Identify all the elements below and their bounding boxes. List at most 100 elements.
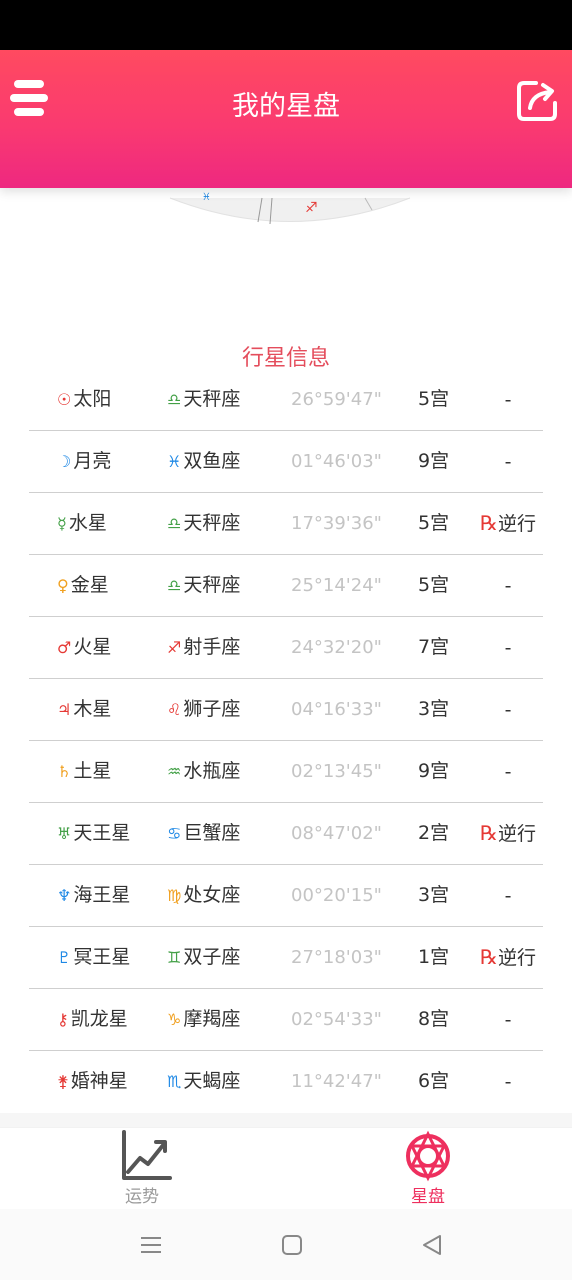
planet-name: 土星 <box>73 760 112 782</box>
degree: 02°13'45" <box>291 761 382 782</box>
recent-apps-icon[interactable] <box>139 1233 163 1257</box>
section-title: 行星信息 <box>241 346 330 371</box>
planet-row[interactable]: ♄ 土星 ♒ 水瓶座 02°13'45" 9宫 - <box>29 741 543 803</box>
planet-row[interactable]: ⚷ 凯龙星 ♑ 摩羯座 02°54'33" 8宫 - <box>29 989 543 1051</box>
planet-row[interactable]: ♇ 冥王星 ♊ 双子座 27°18'03" 1宫 ℞逆行 <box>29 927 543 989</box>
house: 2宫 <box>418 822 450 844</box>
retrograde-status: - <box>478 431 538 492</box>
zodiac-sign-icon: ♎ <box>167 390 182 409</box>
sign-cell: ♎ 天秤座 <box>167 369 240 430</box>
planet-name: 水星 <box>68 512 107 534</box>
tab-label: 星盘 <box>411 1187 445 1207</box>
planet-row[interactable]: ☿ 水星 ♎ 天秤座 17°39'36" 5宫 ℞逆行 <box>29 493 543 555</box>
zodiac-sign-icon: ♋ <box>167 824 182 843</box>
tabbar-divider <box>0 1113 572 1127</box>
planet-symbol-icon: ♆ <box>57 886 72 905</box>
degree: 27°18'03" <box>291 947 382 968</box>
planet-symbol-icon: ♅ <box>57 824 72 843</box>
house: 1宫 <box>418 946 450 968</box>
app-header: 我的星盘 <box>0 50 572 188</box>
zodiac-sign-icon: ♎ <box>167 576 182 595</box>
house: 7宫 <box>418 636 450 658</box>
status-text: - <box>504 637 512 659</box>
sign-name: 天秤座 <box>183 388 241 410</box>
retrograde-status: - <box>478 865 538 926</box>
degree: 26°59'47" <box>291 389 382 410</box>
tab-xingpan[interactable]: 星盘 <box>368 1128 488 1210</box>
house: 3宫 <box>418 698 450 720</box>
zodiac-sign-icon: ♑ <box>167 1010 182 1029</box>
sign-name: 摩羯座 <box>183 1008 241 1030</box>
house: 3宫 <box>418 884 450 906</box>
zodiac-sign-icon: ♐ <box>167 638 182 657</box>
degree: 24°32'20" <box>291 637 382 658</box>
home-icon[interactable] <box>280 1233 304 1257</box>
planet-row[interactable]: ♂ 火星 ♐ 射手座 24°32'20" 7宫 - <box>29 617 543 679</box>
planet-name: 凯龙星 <box>70 1008 128 1030</box>
zodiac-sign-icon: ♓ <box>167 452 182 471</box>
status-text: - <box>504 761 512 783</box>
planet-name: 木星 <box>73 698 112 720</box>
retrograde-status: ℞逆行 <box>478 803 538 864</box>
planet-symbol-icon: ♂ <box>57 638 72 657</box>
tab-label: 运势 <box>125 1187 159 1207</box>
degree: 02°54'33" <box>291 1009 382 1030</box>
retrograde-icon: ℞ <box>480 821 498 845</box>
degree: 08°47'02" <box>291 823 382 844</box>
sign-name: 天秤座 <box>183 512 241 534</box>
status-text: 逆行 <box>497 823 536 845</box>
planet-name-cell: ☽ 月亮 <box>57 431 111 492</box>
sign-cell: ♐ 射手座 <box>167 617 240 678</box>
planet-row[interactable]: ☉ 太阳 ♎ 天秤座 26°59'47" 5宫 - <box>29 369 543 431</box>
degree: 25°14'24" <box>291 575 382 596</box>
planet-name: 太阳 <box>73 388 112 410</box>
retrograde-icon: ℞ <box>480 945 498 969</box>
sign-name: 处女座 <box>183 884 241 906</box>
status-text: - <box>504 389 512 411</box>
planet-symbol-icon: ♄ <box>57 762 72 781</box>
retrograde-status: ℞逆行 <box>478 927 538 988</box>
retrograde-status: - <box>478 617 538 678</box>
planet-symbol-icon: ⚵ <box>57 1072 69 1091</box>
status-bar <box>0 0 572 50</box>
planet-row[interactable]: ⚵ 婚神星 ♏ 天蝎座 11°42'47" 6宫 - <box>29 1051 543 1112</box>
sign-cell: ♍ 处女座 <box>167 865 240 926</box>
tab-yunshi[interactable]: 运势 <box>82 1128 202 1210</box>
planet-row[interactable]: ♅ 天王星 ♋ 巨蟹座 08°47'02" 2宫 ℞逆行 <box>29 803 543 865</box>
sign-cell: ♊ 双子座 <box>167 927 240 988</box>
retrograde-status: - <box>478 741 538 802</box>
planet-name-cell: ☉ 太阳 <box>57 369 111 430</box>
planet-name: 婚神星 <box>70 1070 128 1092</box>
house: 9宫 <box>418 760 450 782</box>
planet-name-cell: ♆ 海王星 <box>57 865 130 926</box>
planet-row[interactable]: ☽ 月亮 ♓ 双鱼座 01°46'03" 9宫 - <box>29 431 543 493</box>
status-text: - <box>504 1071 512 1093</box>
planet-row[interactable]: ♃ 木星 ♌ 狮子座 04°16'33" 3宫 - <box>29 679 543 741</box>
retrograde-status: - <box>478 1051 538 1112</box>
planet-symbol-icon: ☉ <box>57 390 72 409</box>
planet-name: 冥王星 <box>73 946 131 968</box>
planet-name-cell: ♃ 木星 <box>57 679 111 740</box>
status-text: 逆行 <box>497 513 536 535</box>
degree: 00°20'15" <box>291 885 382 906</box>
planet-name: 天王星 <box>73 822 131 844</box>
planet-name: 月亮 <box>73 450 112 472</box>
planet-name-cell: ♄ 土星 <box>57 741 111 802</box>
house: 8宫 <box>418 1008 450 1030</box>
back-icon[interactable] <box>420 1233 444 1257</box>
share-button[interactable] <box>514 78 560 124</box>
zodiac-sign-icon: ♒ <box>167 762 182 781</box>
zodiac-sign-icon: ♊ <box>167 948 182 967</box>
sign-name: 射手座 <box>183 636 241 658</box>
planet-name-cell: ♀ 金星 <box>57 555 109 616</box>
system-nav-bar <box>0 1209 572 1280</box>
house: 5宫 <box>418 388 450 410</box>
sign-name: 天蝎座 <box>183 1070 241 1092</box>
planet-row[interactable]: ♀ 金星 ♎ 天秤座 25°14'24" 5宫 - <box>29 555 543 617</box>
sign-name: 天秤座 <box>183 574 241 596</box>
house: 5宫 <box>418 512 450 534</box>
page-title: 我的星盘 <box>232 91 340 122</box>
planet-row[interactable]: ♆ 海王星 ♍ 处女座 00°20'15" 3宫 - <box>29 865 543 927</box>
sign-cell: ♑ 摩羯座 <box>167 989 240 1050</box>
status-text: 逆行 <box>497 947 536 969</box>
